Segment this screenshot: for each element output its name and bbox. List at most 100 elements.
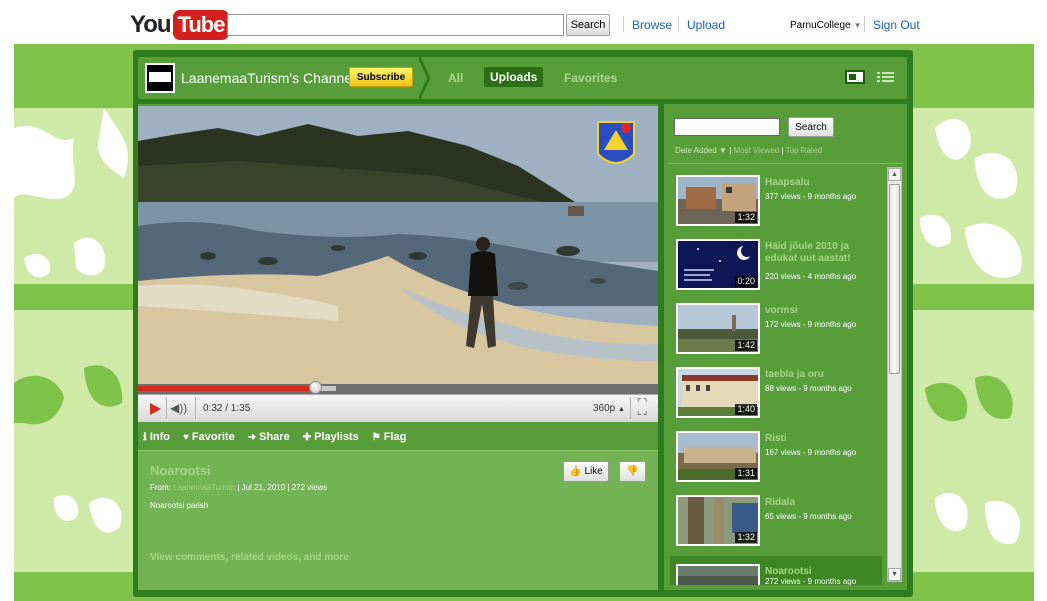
flag-icon: ⚑ — [371, 431, 381, 443]
video-duration: 1:40 — [735, 404, 757, 415]
tab-label: Playlists — [314, 431, 359, 443]
list-scrollbar[interactable]: ▲ ▼ — [887, 167, 902, 582]
grid-view-icon[interactable] — [876, 70, 896, 84]
page: You Tube Search Browse Upload ParnuColle… — [0, 0, 1047, 601]
leaf-pattern-right — [920, 118, 1022, 544]
divider — [195, 397, 196, 419]
video-thumbnail[interactable]: 1:32 — [676, 495, 760, 546]
sort-date-added[interactable]: Date Added ▼ — [675, 146, 727, 155]
chevron-down-icon: ▼ — [853, 21, 862, 30]
tab-label: Favorite — [191, 431, 235, 443]
tab-label: Flag — [383, 431, 407, 443]
video-stats: 377 views - 9 months ago — [765, 192, 857, 201]
video-duration: 1:31 — [735, 468, 757, 479]
divider: | — [729, 146, 732, 155]
video-description: Noarootsi parish — [150, 501, 209, 510]
quality-selector[interactable]: 360p ▲ — [593, 403, 625, 414]
search-button[interactable]: Search — [566, 14, 610, 36]
video-duration: 1:32 — [735, 532, 757, 543]
from-label: From: — [150, 483, 171, 492]
uploader-link[interactable]: LaanemaaTurism — [173, 483, 235, 492]
play-icon[interactable] — [150, 403, 161, 415]
subscribe-button[interactable]: Subscribe — [349, 67, 413, 87]
channel-avatar[interactable] — [145, 63, 175, 93]
view-comments-link[interactable]: View comments, related videos, and more — [150, 552, 349, 563]
sort-top-rated[interactable]: Top Rated — [786, 146, 822, 155]
tab-flag[interactable]: ⚑ Flag — [372, 429, 407, 445]
time-display: 0:32 / 1:35 — [203, 403, 251, 414]
divider — [864, 16, 865, 32]
like-label: Like — [584, 466, 603, 477]
logo-text-tube: Tube — [172, 10, 230, 40]
thumbs-up-icon: 👍 — [569, 466, 582, 477]
progress-played — [138, 386, 315, 391]
video-stats: 88 views - 9 months ago — [765, 384, 852, 393]
logo-text-you: You — [130, 11, 172, 38]
thumbs-down-icon: 👎 — [626, 466, 639, 477]
video-player[interactable] — [138, 106, 658, 396]
divider — [678, 16, 679, 32]
sign-out-link[interactable]: Sign Out — [873, 18, 920, 32]
video-thumbnail[interactable]: 1:31 — [676, 431, 760, 482]
account-menu[interactable]: ParnuCollege ▼ — [790, 20, 862, 31]
list-item[interactable]: 1:32 Ridala 65 views - 9 months ago — [670, 487, 882, 551]
volume-icon[interactable]: ◀)) — [170, 401, 187, 415]
channel-title[interactable]: LaanemaaTurism's Channel — [181, 70, 355, 86]
video-link[interactable]: Risti — [765, 433, 880, 445]
video-thumbnail[interactable]: 1:32 — [676, 175, 760, 226]
browse-link[interactable]: Browse — [632, 18, 672, 32]
list-item[interactable]: 1:32 Haapsalu 377 views - 9 months ago — [670, 167, 882, 231]
video-duration: 1:42 — [735, 340, 757, 351]
tab-share[interactable]: ➜ Share — [248, 429, 290, 445]
video-thumbnail[interactable]: 1:42 — [676, 303, 760, 354]
video-meta: From: LaanemaaTurism | Jul 21, 2010 | 27… — [150, 483, 327, 492]
list-item[interactable]: 0:20 Häid jõule 2010 ja edukat uut aasta… — [670, 231, 882, 295]
sort-most-viewed[interactable]: Most Viewed — [734, 146, 780, 155]
scroll-up-icon[interactable]: ▲ — [888, 168, 901, 181]
tab-favorites[interactable]: Favorites — [564, 71, 617, 85]
username: ParnuCollege — [790, 20, 851, 31]
dislike-button[interactable]: 👎 — [619, 461, 646, 482]
video-link[interactable]: Haapsalu — [765, 177, 880, 189]
scroll-down-icon[interactable]: ▼ — [888, 568, 901, 581]
video-link[interactable]: taebla ja oru — [765, 369, 880, 381]
arrow-right-icon: ➜ — [247, 431, 257, 443]
leaf-pattern-left — [14, 108, 128, 533]
list-item[interactable]: 1:42 vormsi 172 views - 9 months ago — [670, 295, 882, 359]
player-view-icon[interactable] — [845, 70, 865, 84]
tab-favorite[interactable]: ♥ Favorite — [183, 429, 235, 445]
video-link[interactable]: vormsi — [765, 305, 880, 317]
video-stats: 172 views - 9 months ago — [765, 320, 857, 329]
progress-handle[interactable] — [308, 381, 322, 394]
chevron-up-icon: ▲ — [618, 406, 625, 413]
video-thumbnail[interactable] — [676, 564, 760, 585]
like-button[interactable]: 👍 Like — [563, 461, 609, 482]
channel-search-input[interactable] — [674, 118, 780, 136]
tab-uploads[interactable]: Uploads — [484, 67, 544, 87]
channel-search-button[interactable]: Search — [788, 117, 834, 137]
video-link[interactable]: Häid jõule 2010 ja edukat uut aastat! — [765, 241, 880, 265]
list-item-selected[interactable]: Noarootsi 272 views - 9 months ago — [670, 556, 882, 585]
video-link[interactable]: Ridala — [765, 497, 880, 509]
video-duration: 1:32 — [735, 212, 757, 223]
tab-playlists[interactable]: ✚ Playlists — [303, 429, 359, 445]
scrollbar-thumb[interactable] — [889, 184, 900, 374]
list-item[interactable]: 1:40 taebla ja oru 88 views - 9 months a… — [670, 359, 882, 423]
tab-info[interactable]: ℹ Info — [143, 429, 170, 445]
video-title: Noarootsi — [150, 463, 211, 478]
list-item[interactable]: 1:31 Risti 167 views - 9 months ago — [670, 423, 882, 487]
fullscreen-icon[interactable]: ⌜⌝ ⌞⌟ — [637, 399, 648, 417]
upload-link[interactable]: Upload — [687, 18, 725, 32]
divider — [630, 397, 631, 419]
video-duration: 0:20 — [735, 276, 757, 287]
divider — [668, 163, 903, 164]
divider: | — [781, 146, 784, 155]
video-thumbnail[interactable]: 0:20 — [676, 239, 760, 290]
video-thumbnail[interactable]: 1:40 — [676, 367, 760, 418]
tab-all[interactable]: All — [448, 71, 463, 85]
search-input[interactable] — [227, 14, 564, 36]
youtube-logo[interactable]: You Tube — [130, 9, 230, 41]
heart-icon: ♥ — [182, 431, 189, 443]
divider — [166, 397, 167, 419]
sort-label: Date Added — [675, 146, 717, 155]
